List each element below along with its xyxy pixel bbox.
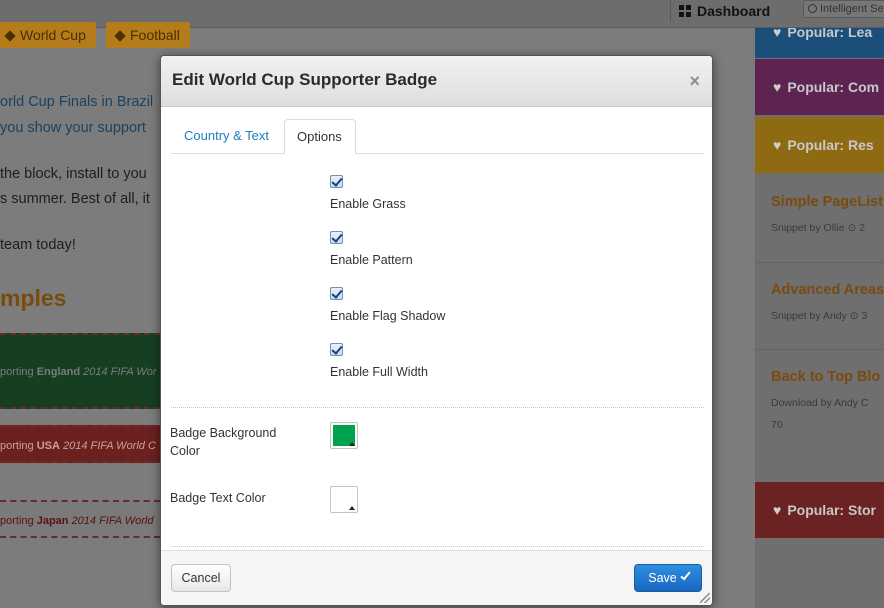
edit-badge-dialog: Edit World Cup Supporter Badge × Country… bbox=[160, 55, 713, 606]
picker-arrow-icon bbox=[349, 506, 355, 510]
save-button-label: Save bbox=[648, 571, 677, 585]
tag-world-cup[interactable]: World Cup bbox=[0, 22, 96, 48]
popular-label: Popular: Com bbox=[787, 79, 880, 95]
band-prefix: porting bbox=[0, 440, 37, 452]
tag-icon bbox=[4, 30, 16, 42]
dialog-title: Edit World Cup Supporter Badge bbox=[172, 70, 438, 89]
close-icon[interactable]: × bbox=[689, 72, 700, 90]
tag-label: Football bbox=[130, 27, 180, 43]
sidebar-item-title: Back to Top Blo bbox=[771, 369, 881, 385]
option-enable-full-width: Enable Full Width bbox=[330, 343, 428, 379]
sidebar-item[interactable]: Advanced Areas Snippet by Andy ⊙ 3 bbox=[771, 282, 884, 322]
popular-link[interactable]: ♥ Popular: Stor bbox=[755, 482, 884, 538]
sidebar-item[interactable]: Back to Top Blo Download by Andy C 70 bbox=[771, 369, 884, 431]
band-country: USA bbox=[36, 440, 60, 452]
band-country: Japan bbox=[36, 515, 69, 527]
section-heading: mples bbox=[0, 285, 67, 311]
heart-icon: ♥ bbox=[773, 28, 782, 40]
dashboard-label: Dashboard bbox=[697, 3, 771, 19]
sidebar: ♥ Popular: Lea ♥ Popular: Com ♥ Popular: Re… bbox=[755, 28, 884, 608]
cancel-button[interactable]: Cancel bbox=[171, 564, 231, 592]
dashboard-button[interactable]: Dashboard bbox=[670, 0, 778, 22]
resize-handle-icon[interactable] bbox=[700, 593, 710, 603]
picker-arrow-icon bbox=[349, 442, 355, 446]
badge-background-color-label: Badge Background Color bbox=[170, 426, 277, 458]
dialog-header: Edit World Cup Supporter Badge × bbox=[161, 56, 712, 107]
sidebar-item[interactable]: Simple PageList Snippet by Ollie ⊙ 2 bbox=[771, 194, 884, 234]
paragraph-line: s summer. Best of all, it bbox=[0, 191, 150, 207]
popular-link[interactable]: ♥ Popular: Res bbox=[755, 117, 884, 173]
badge-text-color-picker[interactable] bbox=[330, 486, 358, 513]
checkmark-icon bbox=[680, 569, 691, 581]
option-enable-flag-shadow: Enable Flag Shadow bbox=[330, 287, 445, 323]
divider bbox=[755, 262, 884, 263]
popular-label: Popular: Res bbox=[787, 137, 874, 153]
sidebar-item-title: Advanced Areas bbox=[771, 282, 884, 298]
checkbox[interactable] bbox=[330, 287, 343, 300]
intelligent-search-input[interactable]: Intelligent Se bbox=[803, 0, 884, 18]
sidebar-item-meta: Snippet by Ollie ⊙ 2 bbox=[771, 222, 866, 234]
divider bbox=[171, 546, 704, 547]
band-suffix: 2014 FIFA Wor bbox=[80, 366, 157, 378]
badge-background-color-picker[interactable] bbox=[330, 422, 358, 449]
tab-country-text[interactable]: Country & Text bbox=[172, 119, 281, 154]
checkbox[interactable] bbox=[330, 175, 343, 188]
checkbox-label: Enable Flag Shadow bbox=[330, 309, 446, 323]
save-button[interactable]: Save bbox=[634, 564, 702, 592]
band-country: England bbox=[36, 366, 81, 378]
paragraph-line: team today! bbox=[0, 237, 76, 253]
popular-label: Popular: Stor bbox=[787, 502, 876, 518]
paragraph-line: the block, install to you bbox=[0, 166, 147, 182]
tag-label: World Cup bbox=[20, 27, 86, 43]
heart-icon: ♥ bbox=[773, 502, 782, 518]
dashboard-grid-icon bbox=[679, 5, 691, 17]
checkbox-label: Enable Pattern bbox=[330, 253, 413, 267]
paragraph-line: orld Cup Finals in Brazil bbox=[0, 94, 154, 110]
popular-label: Popular: Lea bbox=[787, 28, 873, 40]
checkbox[interactable] bbox=[330, 343, 343, 356]
divider bbox=[171, 407, 704, 408]
option-enable-pattern: Enable Pattern bbox=[330, 231, 413, 267]
checkbox[interactable] bbox=[330, 231, 343, 244]
tag-football[interactable]: Football bbox=[106, 22, 190, 48]
divider bbox=[755, 349, 884, 350]
option-enable-grass: Enable Grass bbox=[330, 175, 406, 211]
heart-icon: ♥ bbox=[773, 79, 782, 95]
checkbox-label: Enable Full Width bbox=[330, 365, 428, 379]
band-suffix: 2014 FIFA World bbox=[68, 515, 154, 527]
example-badge-usa: porting USA 2014 FIFA World C bbox=[0, 425, 160, 463]
sidebar-item-meta: Snippet by Andy ⊙ 3 bbox=[771, 310, 868, 322]
tag-icon bbox=[114, 30, 126, 42]
example-badge-japan: porting Japan 2014 FIFA World bbox=[0, 500, 160, 538]
checkbox-label: Enable Grass bbox=[330, 197, 406, 211]
sidebar-item-count: 70 bbox=[771, 419, 783, 431]
popular-link[interactable]: ♥ Popular: Com bbox=[755, 59, 884, 115]
sidebar-item-meta: Download by Andy C bbox=[771, 397, 869, 409]
paragraph-line: you show your support bbox=[0, 120, 146, 136]
tab-bar: Country & Text Options bbox=[171, 119, 704, 155]
popular-link[interactable]: ♥ Popular: Lea bbox=[755, 28, 884, 58]
example-badge-england: porting England 2014 FIFA Wor bbox=[0, 333, 160, 409]
band-prefix: porting bbox=[0, 366, 37, 378]
band-suffix: 2014 FIFA World C bbox=[59, 440, 156, 452]
band-prefix: porting bbox=[0, 515, 37, 527]
dialog-footer: Cancel Save bbox=[161, 550, 712, 605]
sidebar-item-title: Simple PageList bbox=[771, 194, 884, 210]
badge-text-color-label: Badge Text Color bbox=[170, 491, 266, 505]
heart-icon: ♥ bbox=[773, 137, 782, 153]
tab-options[interactable]: Options bbox=[284, 119, 356, 155]
